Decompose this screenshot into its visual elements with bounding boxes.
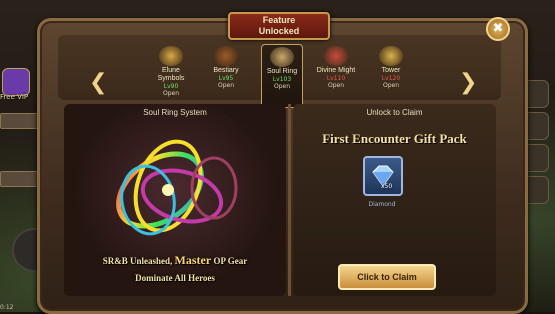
feature-status: Open	[273, 83, 291, 90]
gift-pack-title: First Encounter Gift Pack	[322, 131, 467, 146]
feature-name: Tower	[381, 67, 401, 74]
feature-status: Open	[217, 82, 235, 89]
feature-icon	[214, 46, 238, 66]
feature-status: Open	[327, 82, 345, 89]
soul-ring-title: Soul Ring System	[143, 108, 207, 117]
feature-icon	[379, 46, 403, 66]
tagline-line2: Dominate All Heroes	[135, 273, 215, 283]
title-line1: Feature	[262, 15, 296, 25]
feature-tab[interactable]: Bestiary Lv95 Open	[206, 44, 246, 106]
reward-name: Diamond	[368, 201, 396, 208]
feature-name: Divine Might	[316, 67, 356, 74]
unlock-title: Unlock to Claim	[366, 108, 423, 117]
panel-divider	[288, 104, 291, 296]
feature-tab[interactable]: Tower Lv120 Open	[371, 44, 411, 106]
feature-name: Elune Symbols	[157, 67, 185, 82]
vip-label: Free VIP	[0, 93, 29, 101]
close-button[interactable]: ✖	[486, 17, 510, 41]
prev-arrow-icon[interactable]: ❮	[89, 68, 107, 98]
feature-icon	[324, 46, 348, 66]
feature-status: Open	[382, 82, 400, 89]
next-arrow-icon[interactable]: ❯	[459, 68, 477, 98]
feature-tab[interactable]: Soul Ring Lv103 Open	[261, 44, 303, 108]
feature-level: Lv110	[326, 75, 346, 82]
feature-level: Lv95	[218, 75, 234, 82]
feature-name: Soul Ring	[266, 68, 298, 75]
feature-name: Bestiary	[213, 67, 239, 74]
diamond-reward[interactable]	[363, 156, 403, 196]
feature-level: Lv120	[381, 75, 401, 82]
tagline-part1: SR&B Unleashed,	[102, 256, 175, 266]
vip-icon[interactable]	[2, 68, 30, 96]
feature-level: Lv90	[163, 83, 179, 90]
feature-tab[interactable]: Elune Symbols Lv90 Open	[151, 44, 191, 106]
tagline-line1: SR&B Unleashed, Master OP Gear	[64, 253, 286, 268]
feature-status: Open	[162, 90, 180, 97]
title-line2: Unlocked	[258, 26, 300, 36]
reward-count: x50	[381, 183, 393, 190]
feature-level: Lv103	[272, 76, 292, 83]
claim-button[interactable]: Click to Claim	[338, 264, 436, 290]
feature-icon	[270, 47, 294, 67]
tagline-part2: OP Gear	[211, 256, 248, 266]
clock-text: 0:12	[0, 304, 14, 311]
feature-tab[interactable]: Divine Might Lv110 Open	[316, 44, 356, 106]
feature-icon	[159, 46, 183, 66]
tagline-emphasis: Master	[174, 253, 212, 267]
dialog-title: Feature Unlocked	[228, 12, 330, 40]
